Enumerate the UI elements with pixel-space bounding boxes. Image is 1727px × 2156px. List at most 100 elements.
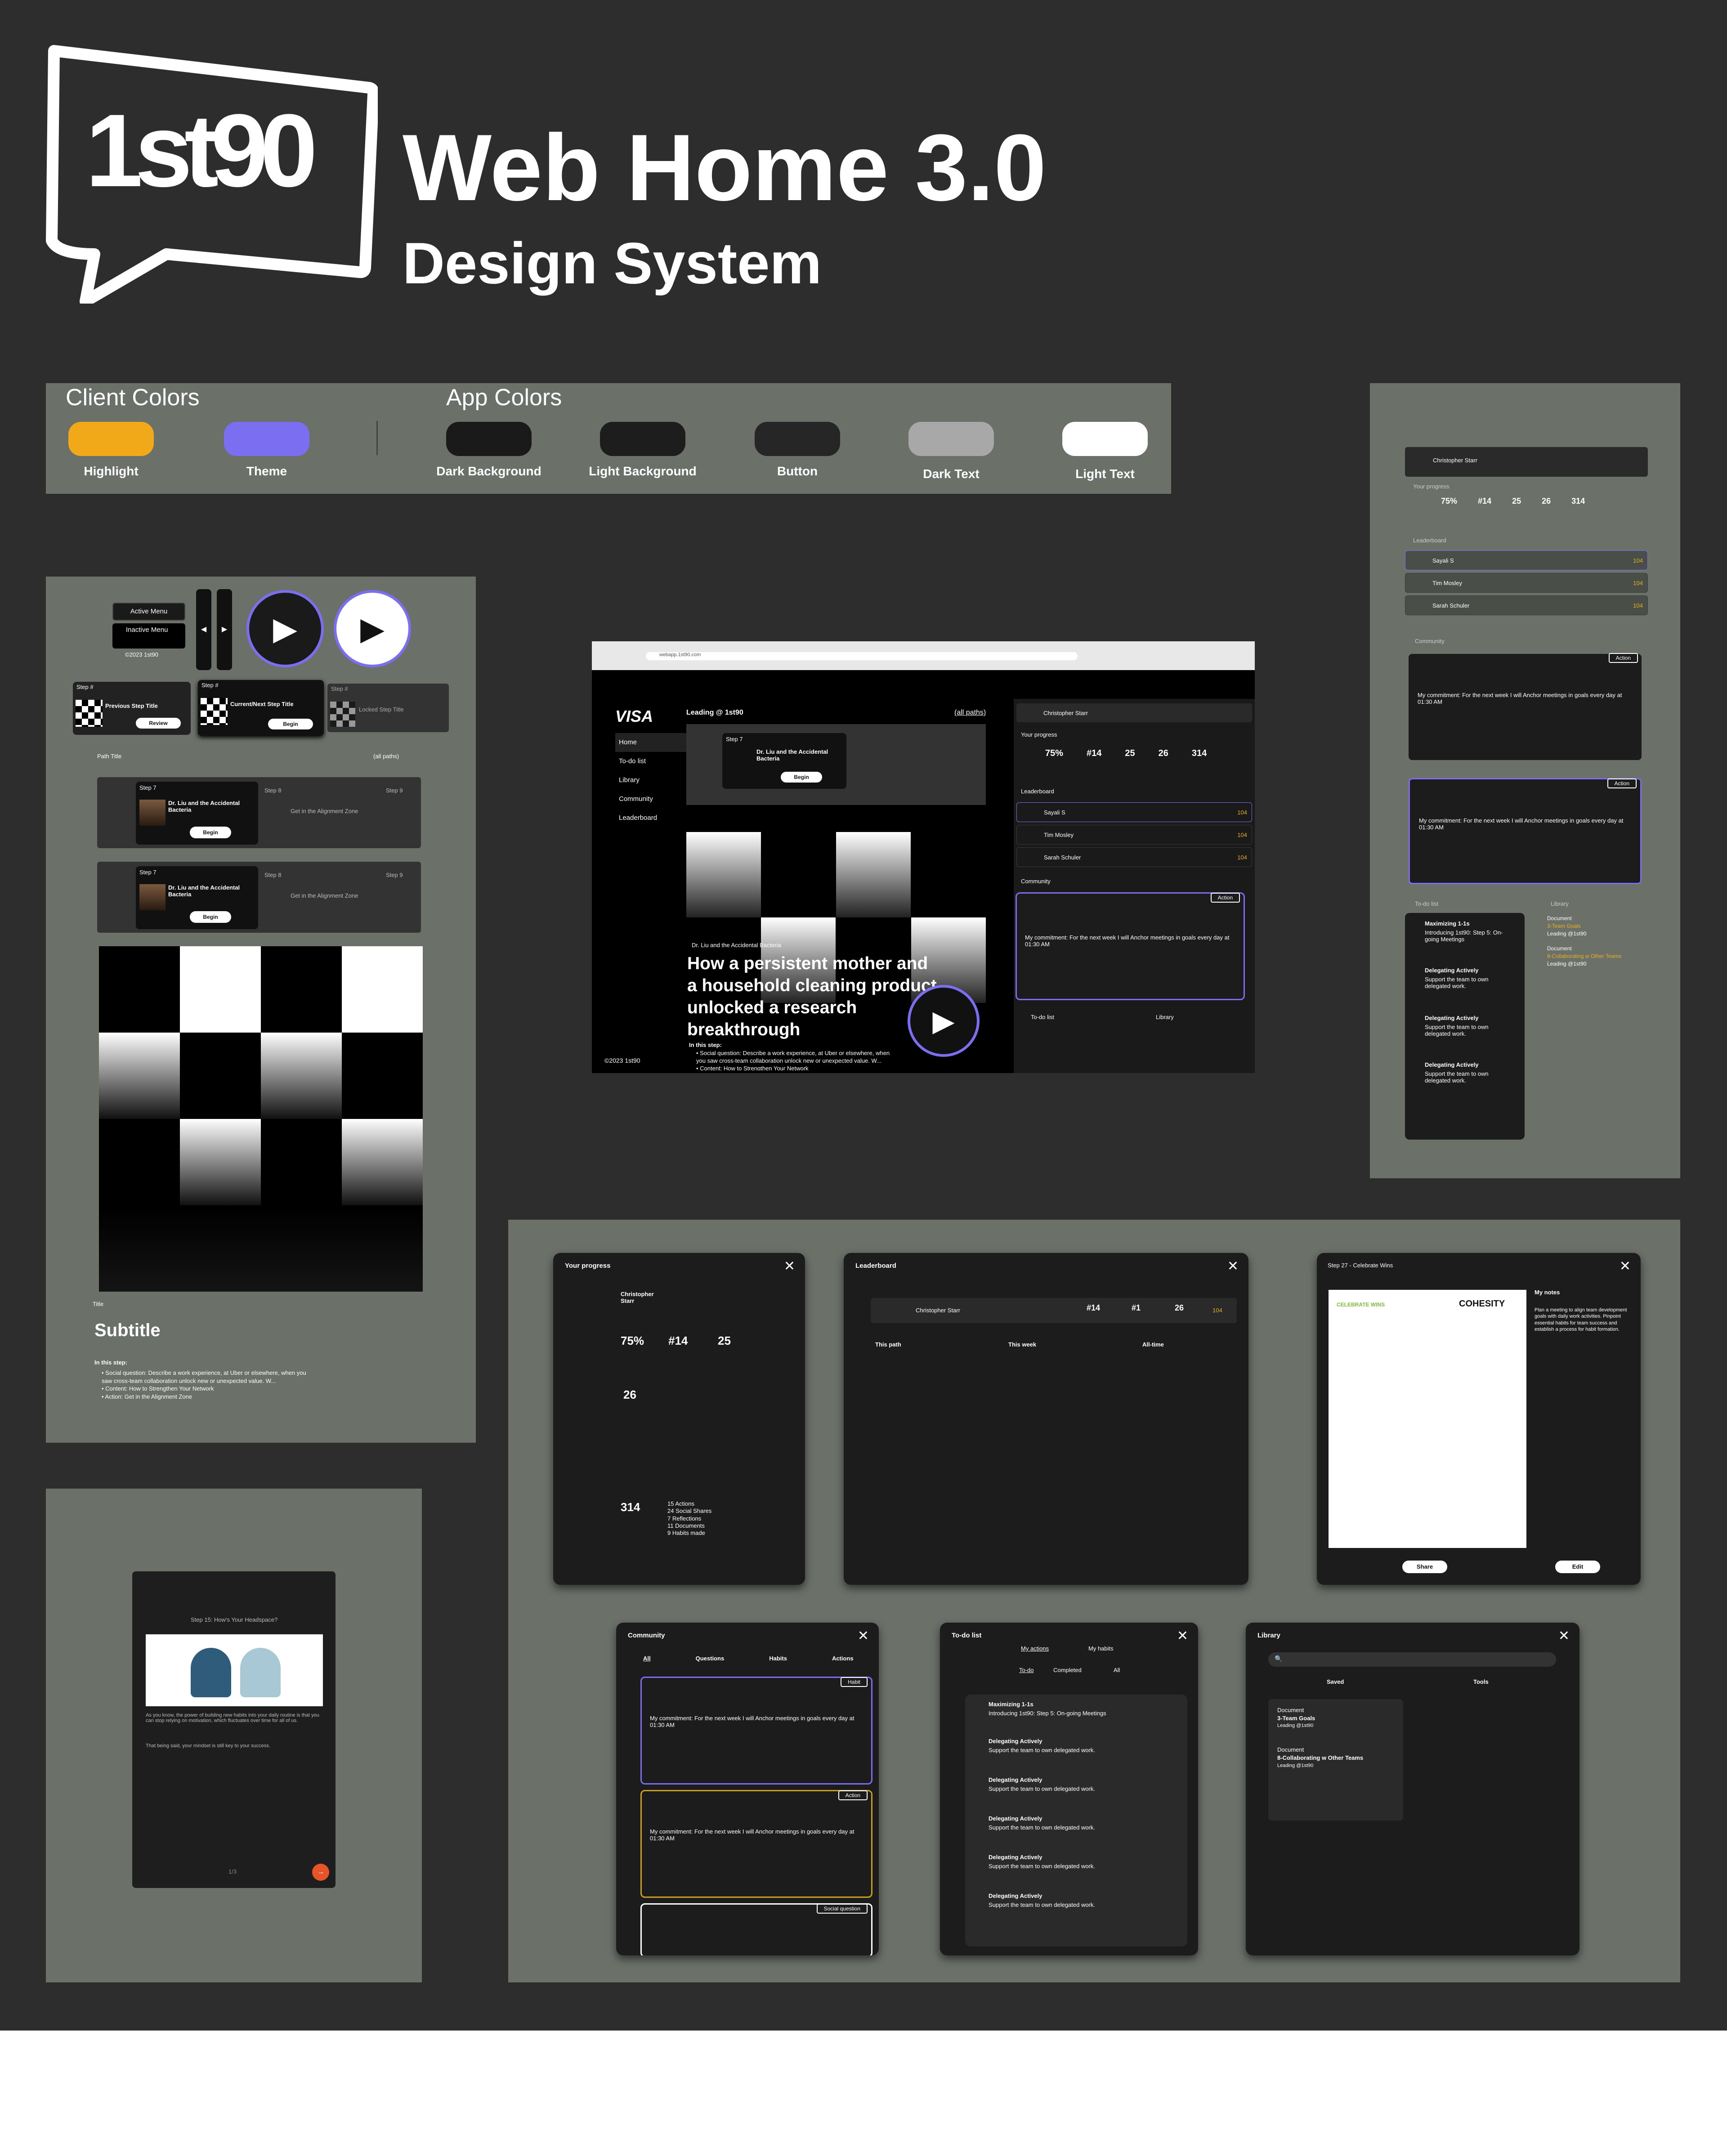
tab-my-habits[interactable]: My habits: [1088, 1645, 1114, 1652]
progress-stats: 75% #14 25 26 314: [1045, 748, 1207, 758]
scroll-right-button[interactable]: ▶: [217, 589, 232, 670]
path-title: Path Title: [97, 753, 122, 760]
tab-all-time[interactable]: All-time: [1142, 1341, 1164, 1348]
dark-background-label: Dark Background: [436, 464, 541, 478]
theme-swatch: [224, 422, 309, 456]
community-post[interactable]: Action My commitment: For the next week …: [1016, 892, 1245, 1000]
share-button[interactable]: Share: [1402, 1561, 1447, 1573]
review-button[interactable]: Review: [136, 718, 181, 729]
begin-button[interactable]: Begin: [268, 719, 313, 729]
mobile-preview-panel: Step 15: How's Your Headspace? As you kn…: [46, 1489, 422, 1982]
current-step-card[interactable]: Step 7 Dr. Liu and the Accidental Bacter…: [136, 782, 258, 845]
community-post[interactable]: Habit My commitment: For the next week I…: [640, 1677, 872, 1785]
nav-home[interactable]: Home: [615, 733, 696, 752]
library-search-input[interactable]: 🔍: [1268, 1652, 1556, 1667]
tab-tools[interactable]: Tools: [1473, 1678, 1489, 1685]
close-icon[interactable]: ✕: [1227, 1258, 1239, 1274]
nav-todo[interactable]: To-do list: [615, 752, 696, 771]
community-post[interactable]: Action My commitment: For the next week …: [640, 1790, 872, 1898]
play-button-light[interactable]: ▶: [334, 590, 411, 667]
leaderboard-card: Leaderboard ✕ Christopher Starr #14 #1 2…: [844, 1253, 1248, 1585]
filter-todo[interactable]: To-do: [1019, 1667, 1034, 1673]
close-icon[interactable]: ✕: [858, 1628, 869, 1644]
highlight-label: Highlight: [84, 464, 139, 478]
highlight-swatch: [68, 422, 154, 456]
tab-my-actions[interactable]: My actions: [1021, 1645, 1049, 1652]
scroll-arrows: ◀ ▶: [196, 589, 232, 670]
previous-step-card[interactable]: Step # Previous Step Title Review: [73, 682, 191, 735]
url-bar[interactable]: webapp.1st90.com: [646, 652, 1078, 660]
leaderboard-row[interactable]: Sayali S 104: [1016, 802, 1252, 822]
begin-button[interactable]: Begin: [190, 911, 231, 923]
page-title: Web Home 3.0: [403, 115, 1047, 220]
light-background-swatch: [600, 422, 685, 456]
tab-this-path[interactable]: This path: [875, 1341, 901, 1348]
library-card: Library ✕ 🔍 Saved Tools Document 3-Team G…: [1246, 1623, 1579, 1955]
nav-library[interactable]: Library: [615, 771, 696, 790]
close-icon[interactable]: ✕: [1558, 1628, 1570, 1644]
sidebar-column: Christopher Starr Your progress 75% #14 …: [1405, 447, 1648, 1140]
tab-this-week[interactable]: This week: [1008, 1341, 1036, 1348]
tab-actions[interactable]: Actions: [832, 1655, 854, 1662]
tab-habits[interactable]: Habits: [769, 1655, 787, 1662]
community-post[interactable]: Social question: [640, 1903, 872, 1955]
todo-list: Maximizing 1-1s Introducing 1st90: Step …: [965, 1695, 1187, 1946]
edit-button[interactable]: Edit: [1555, 1561, 1600, 1573]
library-link[interactable]: 3-Team Goals: [1277, 1714, 1394, 1722]
community-tabs: All Questions Habits Actions: [643, 1655, 854, 1662]
tab-saved[interactable]: Saved: [1327, 1678, 1344, 1685]
leaderboard-row[interactable]: Sarah Schuler 104: [1016, 847, 1252, 867]
nav-community[interactable]: Community: [615, 790, 696, 809]
current-step-card[interactable]: Step 7 Dr. Liu and the Accidental Bacter…: [722, 733, 846, 789]
all-paths-link[interactable]: (all paths): [373, 753, 399, 760]
moments-breakdown: 15 Actions 24 Social Shares 7 Reflection…: [667, 1500, 712, 1536]
logo-text: 1st90: [85, 93, 318, 208]
active-menu-button[interactable]: Active Menu: [112, 603, 185, 621]
nav-leaderboard[interactable]: Leaderboard: [615, 809, 696, 828]
library-link[interactable]: 8-Collaborating w Other Teams: [1277, 1754, 1394, 1762]
current-step-card[interactable]: Step # Current/Next Step Title Begin: [198, 680, 324, 736]
library-mini: Document 3-Team Goals Leading @1st90 Docum…: [1547, 915, 1646, 968]
client-colors-heading: Client Colors: [66, 385, 200, 411]
library-link[interactable]: 3-Team Goals: [1547, 922, 1646, 930]
design-board: 1st90 Web Home 3.0 Design System Client …: [0, 0, 1727, 2031]
filter-completed[interactable]: Completed: [1053, 1667, 1082, 1673]
leaderboard-row[interactable]: Tim Mosley 104: [1405, 573, 1648, 593]
inactive-menu-button[interactable]: Inactive Menu: [112, 623, 185, 649]
dark-text-label: Dark Text: [923, 467, 980, 481]
close-icon[interactable]: ✕: [784, 1258, 795, 1274]
path-carousel-2: Step 7 Dr. Liu and the Accidental Bacter…: [97, 862, 421, 933]
your-progress-card: Your progress ✕ Christopher Starr 75% #1…: [553, 1253, 805, 1585]
scroll-left-button[interactable]: ◀: [196, 589, 211, 670]
hero-play-button[interactable]: ▶: [908, 985, 980, 1057]
app-colors-heading: App Colors: [446, 385, 562, 411]
browser-copyright: ©2023 1st90: [604, 1057, 640, 1064]
leaderboard-row[interactable]: Sayali S 104: [1405, 550, 1648, 570]
todo-card: To-do list ✕ My actions My habits To-do …: [940, 1623, 1198, 1955]
next-button[interactable]: →: [312, 1864, 329, 1881]
path-carousel-1: Step 7 Dr. Liu and the Accidental Bacter…: [97, 777, 421, 848]
theme-label: Theme: [246, 464, 287, 478]
sidebar-preview-panel: Christopher Starr Your progress 75% #14 …: [1370, 383, 1680, 1178]
client-logo: VISA: [615, 707, 653, 725]
step-thumbnail: [139, 800, 166, 826]
leaderboard-row[interactable]: Tim Mosley 104: [1016, 825, 1252, 845]
hero-area: Step 7 Dr. Liu and the Accidental Bacter…: [686, 724, 986, 1070]
tab-questions[interactable]: Questions: [696, 1655, 725, 1662]
close-icon[interactable]: ✕: [1177, 1628, 1188, 1644]
mobile-step-screen: Step 15: How's Your Headspace? As you kn…: [132, 1571, 336, 1888]
step-thumbnail: [76, 700, 103, 727]
filter-all[interactable]: All: [1114, 1667, 1120, 1673]
tab-all[interactable]: All: [643, 1655, 651, 1662]
begin-button[interactable]: Begin: [190, 827, 231, 838]
community-post[interactable]: Action My commitment: For the next week …: [1409, 653, 1642, 760]
divider: [376, 421, 378, 455]
illustration-image: [146, 1634, 323, 1706]
library-link[interactable]: 8-Collaborating w Other Teams: [1547, 953, 1646, 960]
close-icon[interactable]: ✕: [1620, 1258, 1631, 1274]
begin-button[interactable]: Begin: [781, 772, 822, 783]
community-post[interactable]: Action My commitment: For the next week …: [1409, 778, 1642, 884]
leaderboard-row[interactable]: Sarah Schuler 104: [1405, 595, 1648, 615]
current-step-card[interactable]: Step 7 Dr. Liu and the Accidental Bacter…: [136, 866, 258, 929]
play-button-dark[interactable]: ▶: [246, 590, 324, 667]
